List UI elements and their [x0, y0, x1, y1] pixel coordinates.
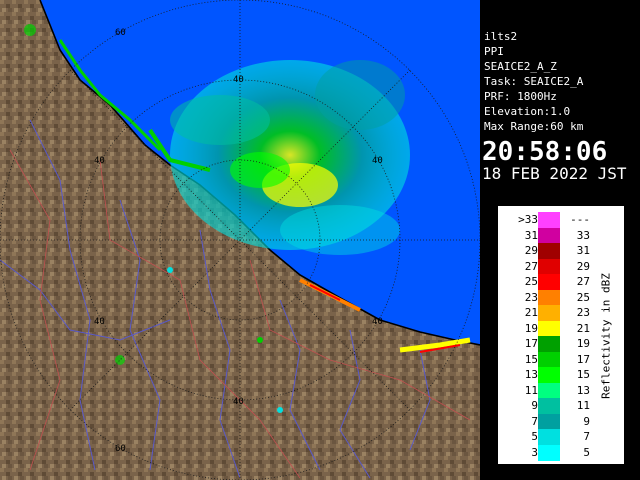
legend-upper-bound: 7: [583, 430, 590, 443]
legend-lower-bound: 7: [531, 414, 538, 428]
legend-upper-bound: 11: [576, 399, 590, 412]
product-name: SEAICE2_A_Z: [484, 60, 557, 73]
max-range-value: Max Range:60 km: [484, 120, 584, 133]
legend-color-swatch: [538, 258, 560, 275]
legend-color-swatch: [538, 382, 560, 399]
prf-value: PRF: 1800Hz: [484, 90, 557, 103]
legend-lower-bound: 29: [524, 244, 538, 257]
legend-lower-bound: 13: [524, 368, 538, 381]
legend-lower-bound: 11: [524, 383, 538, 397]
legend-lower-bound: 25: [524, 275, 538, 288]
range-label-40-right: 40: [372, 156, 383, 166]
range-label-40-top: 40: [233, 75, 244, 85]
range-label-40-lowright: 40: [372, 317, 383, 327]
legend-lower-bound: 17: [524, 337, 538, 350]
legend-upper-bound: 21: [576, 321, 590, 335]
legend-color-swatch: [538, 227, 560, 244]
legend-color-swatch: [538, 289, 560, 306]
legend-upper-bound: 17: [576, 352, 590, 366]
legend-upper-bound: 5: [583, 445, 590, 459]
scan-time: 20:58:06: [482, 137, 608, 167]
legend-lower-bound: 3: [531, 445, 538, 459]
legend-color-swatch: [538, 351, 560, 368]
range-label-40-lowleft: 40: [94, 317, 105, 327]
task-name: Task: SEAICE2_A: [484, 75, 584, 88]
scan-date: 18 FEB 2022 JST: [482, 164, 627, 183]
range-label-40-bottom: 40: [233, 397, 244, 407]
scan-type: PPI: [484, 45, 504, 58]
station-name: ilts2: [484, 30, 518, 43]
legend-lower-bound: 5: [531, 430, 538, 443]
legend-upper-bound: 25: [576, 290, 590, 304]
range-label-60-top: 60: [115, 28, 126, 38]
range-label-40-left: 40: [94, 156, 105, 166]
legend-upper-bound: 29: [576, 259, 590, 273]
legend-upper-bound: 27: [576, 275, 590, 288]
legend-upper-bound: 9: [583, 414, 590, 428]
legend-upper-bound: ---: [570, 213, 590, 226]
legend-color-swatch: [538, 398, 560, 414]
radar-ppi-map: 60 40 40 40 40 40 60 40: [0, 0, 480, 480]
radar-info-panel: ilts2 PPI SEAICE2_A_Z Task: SEAICE2_A PR…: [480, 28, 640, 188]
legend-color-swatch: [538, 212, 560, 228]
legend-color-swatch: [538, 305, 560, 321]
legend-color-swatch: [538, 367, 560, 383]
legend-color-swatch: [538, 320, 560, 337]
legend-upper-bound: 13: [576, 383, 590, 397]
legend-lower-bound: 21: [524, 306, 538, 319]
legend-color-swatch: [538, 444, 560, 461]
legend-lower-bound: 9: [531, 399, 538, 412]
legend-upper-bound: 23: [576, 306, 590, 319]
legend-upper-bound: 31: [576, 244, 590, 257]
legend-unit-label: Reflectivity in dBZ: [599, 273, 613, 399]
legend-color-swatch: [538, 274, 560, 290]
legend-color-swatch: [538, 243, 560, 259]
legend-upper-bound: 15: [576, 368, 590, 381]
legend-upper-bound: 19: [576, 337, 590, 350]
legend-lower-bound: 31: [524, 228, 538, 242]
legend-color-swatch: [538, 413, 560, 430]
legend-color-swatch: [538, 429, 560, 445]
elevation-value: Elevation:1.0: [484, 105, 571, 118]
legend-upper-bound: 33: [576, 228, 590, 242]
legend-color-swatch: [538, 336, 560, 352]
legend-lower-bound: 27: [524, 259, 538, 273]
legend-lower-bound: 19: [524, 321, 538, 335]
legend-lower-bound: 15: [524, 352, 538, 366]
legend-lower-bound: 23: [524, 290, 538, 304]
legend-lower-bound: >33: [518, 213, 538, 226]
reflectivity-legend: >33 --- 31 33 29 31 27 29 25 27 23 25 21 23 19 21 17 19 15…: [498, 206, 630, 470]
range-label-60-bottom: 60: [115, 444, 126, 454]
